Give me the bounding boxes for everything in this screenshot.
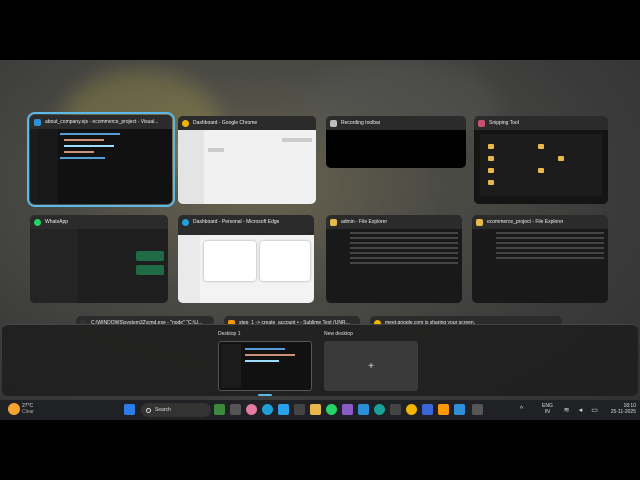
chevron-up-icon[interactable]: ^ <box>516 404 527 415</box>
lang-bottom: IN <box>544 409 550 415</box>
window-preview <box>326 130 466 168</box>
vscode-icon <box>34 118 41 126</box>
window-preview <box>178 130 316 204</box>
weather-desc: Clear <box>22 409 34 415</box>
search-box[interactable]: Search <box>141 403 211 417</box>
search-icon <box>146 407 151 413</box>
window-file-explorer-ecommerce[interactable]: ecommerce_project - File Explorer <box>472 215 608 303</box>
folder-icon <box>476 218 483 226</box>
window-file-explorer-admin[interactable]: admin - File Explorer <box>326 215 462 303</box>
taskbar: 27°C Clear Search ^ ENG IN ≋ ◂ ▭ 18:10 2… <box>0 400 640 420</box>
clock[interactable]: 18:10 25-11-2025 <box>594 403 636 415</box>
volume-icon[interactable]: ◂ <box>575 404 586 415</box>
window-recording-toolbar[interactable]: Recording toolbar <box>326 116 466 168</box>
wifi-icon[interactable]: ≋ <box>561 404 572 415</box>
window-preview <box>178 229 314 303</box>
window-chrome[interactable]: Dashboard - Google Chrome <box>178 116 316 204</box>
window-header: Dashboard - Personal - Microsoft Edge <box>178 215 314 229</box>
window-vscode[interactable]: about_company.ejs - ecommerce_project - … <box>27 112 175 207</box>
desktop-thumbnail <box>218 341 312 391</box>
sublime-icon[interactable] <box>438 404 449 415</box>
app-icon[interactable] <box>374 404 385 415</box>
window-header: Dashboard - Google Chrome <box>178 116 316 130</box>
weather-widget[interactable]: 27°C Clear <box>22 403 34 415</box>
window-whatsapp[interactable]: WhatsApp <box>30 215 168 303</box>
whatsapp-icon[interactable] <box>326 404 337 415</box>
copilot-icon[interactable] <box>246 404 257 415</box>
window-preview <box>30 129 172 204</box>
window-preview <box>472 229 608 303</box>
new-desktop-label: New desktop <box>324 331 353 337</box>
window-title: Recording toolbar <box>341 120 381 126</box>
folder-icon <box>330 218 337 226</box>
window-preview <box>30 229 168 303</box>
task-view-icon[interactable] <box>230 404 241 415</box>
snipping-icon <box>478 119 485 127</box>
window-snipping-tool[interactable]: Snipping Tool <box>474 116 608 204</box>
search-label: Search <box>155 407 171 413</box>
window-preview <box>326 229 462 303</box>
chrome-icon[interactable] <box>406 404 417 415</box>
window-title: Dashboard - Personal - Microsoft Edge <box>193 219 280 225</box>
app-icon[interactable] <box>294 404 305 415</box>
window-header: ecommerce_project - File Explorer <box>472 215 608 229</box>
store-icon[interactable] <box>390 404 401 415</box>
window-header: Snipping Tool <box>474 116 608 130</box>
window-header: about_company.ejs - ecommerce_project - … <box>30 115 172 129</box>
start-windows-icon[interactable] <box>124 404 135 415</box>
chrome-icon <box>182 119 189 127</box>
plus-icon: + <box>324 341 418 391</box>
whatsapp-icon <box>34 218 41 226</box>
weather-icon[interactable] <box>8 403 20 415</box>
app-icon[interactable] <box>472 404 483 415</box>
recording-icon <box>330 119 337 127</box>
active-indicator <box>258 394 272 396</box>
app-icon[interactable] <box>342 404 353 415</box>
window-title: ecommerce_project - File Explorer <box>487 219 564 225</box>
vscode-icon[interactable] <box>454 404 465 415</box>
window-title: Dashboard - Google Chrome <box>193 120 258 126</box>
edge-icon[interactable] <box>262 404 273 415</box>
file-explorer-icon[interactable] <box>310 404 321 415</box>
window-title: about_company.ejs - ecommerce_project - … <box>45 119 159 125</box>
language-indicator[interactable]: ENG IN <box>542 403 553 415</box>
window-edge[interactable]: Dashboard - Personal - Microsoft Edge <box>178 215 314 303</box>
window-header: admin - File Explorer <box>326 215 462 229</box>
photos-icon[interactable] <box>278 404 289 415</box>
task-view-screen: about_company.ejs - ecommerce_project - … <box>0 60 640 420</box>
app-icon[interactable] <box>358 404 369 415</box>
desktop-label: Desktop 1 <box>218 331 241 337</box>
window-header: WhatsApp <box>30 215 168 229</box>
virtual-desktops-bar: Desktop 1 New desktop + <box>2 324 638 396</box>
desktop-1[interactable]: Desktop 1 <box>218 331 312 396</box>
new-desktop-button[interactable]: New desktop + <box>324 331 418 391</box>
widget-icon[interactable] <box>214 404 225 415</box>
window-preview <box>474 130 608 204</box>
window-title: WhatsApp <box>45 219 69 225</box>
app-icon[interactable] <box>422 404 433 415</box>
window-title: admin - File Explorer <box>341 219 388 225</box>
window-title: Snipping Tool <box>489 120 519 126</box>
edge-icon <box>182 218 189 226</box>
clock-date: 25-11-2025 <box>610 409 636 415</box>
window-header: Recording toolbar <box>326 116 466 130</box>
